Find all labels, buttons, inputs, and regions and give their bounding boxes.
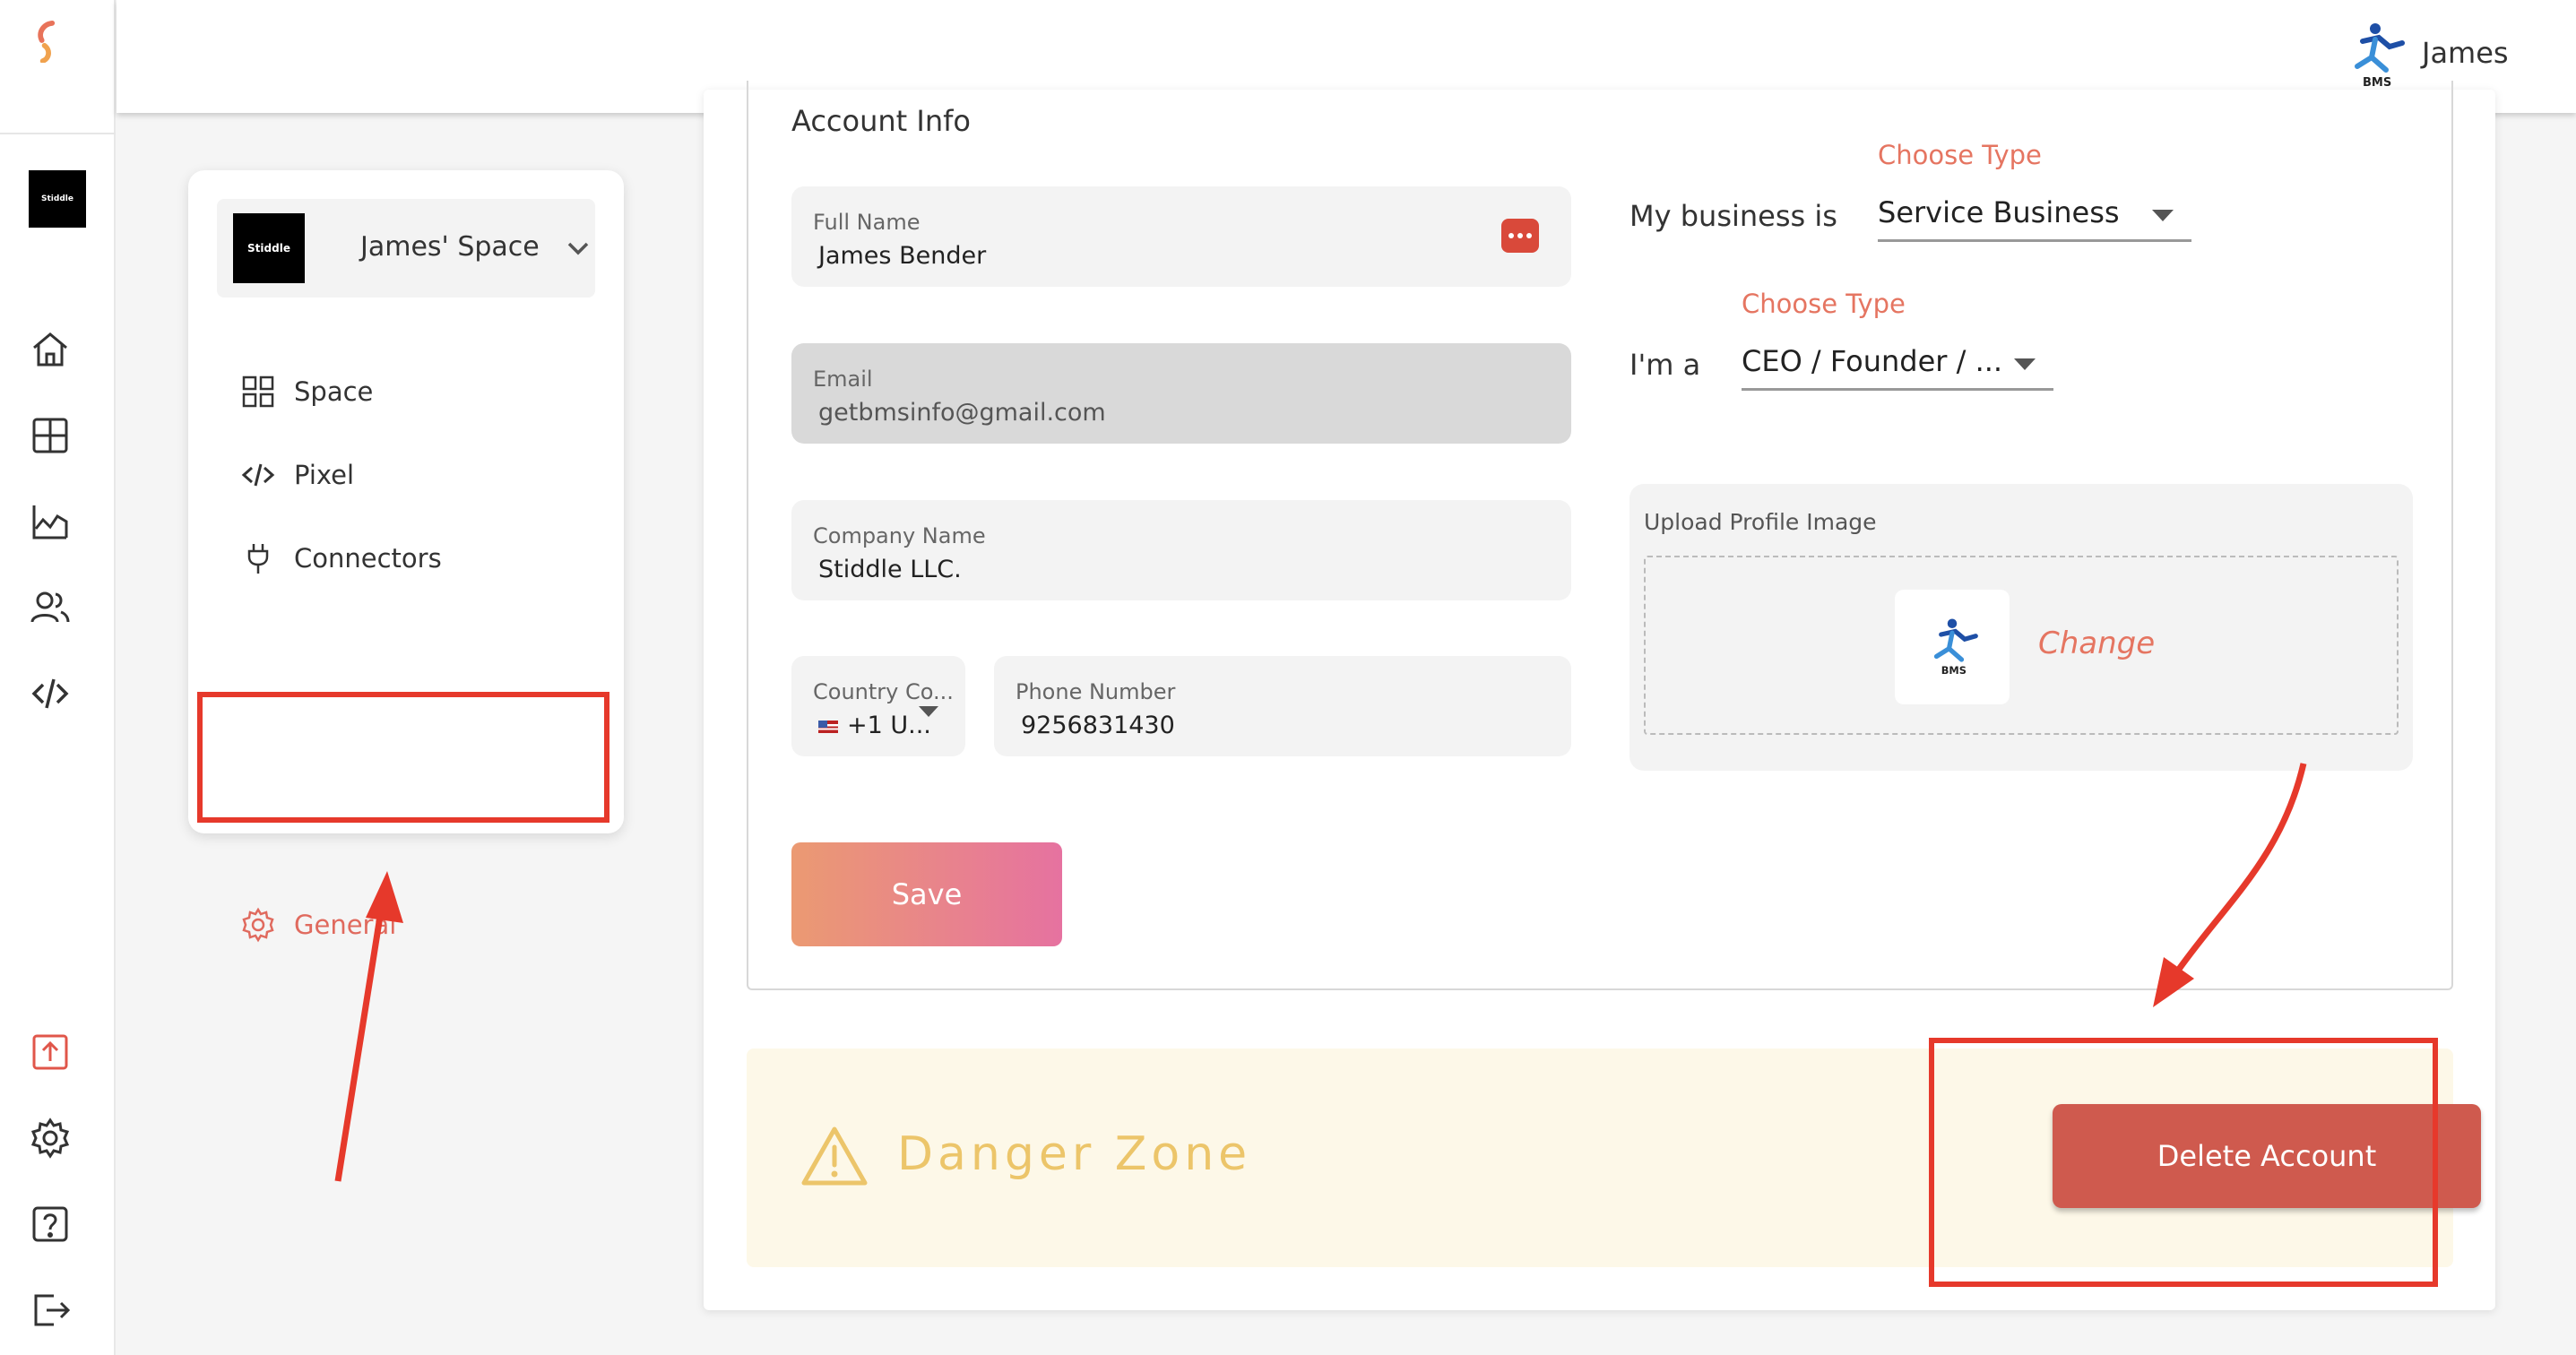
code-icon [241, 463, 275, 487]
warning-icon [801, 1126, 868, 1186]
section-title: Account Info [791, 104, 971, 138]
settings-icon[interactable] [27, 1115, 73, 1161]
menu-item-connectors[interactable]: Connectors [240, 536, 442, 581]
help-icon[interactable] [27, 1201, 73, 1247]
stiddle-logo-icon[interactable] [25, 20, 88, 109]
highlight-box-general [197, 692, 609, 823]
field-value: Stiddle LLC. [818, 556, 962, 583]
menu-item-label: General [294, 910, 397, 940]
upload-label: Upload Profile Image [1644, 509, 1877, 535]
upload-profile-image: Upload Profile Image BMS Change [1629, 484, 2413, 771]
select-caption: Choose Type [1742, 289, 1906, 319]
highlight-box-delete [1929, 1038, 2438, 1287]
menu-item-space[interactable]: Space [240, 369, 373, 414]
field-label: Email [813, 367, 873, 392]
thumb-caption: BMS [1941, 664, 1967, 677]
chevron-down-icon [567, 242, 589, 255]
menu-item-label: Pixel [294, 460, 355, 490]
dropdown-arrow-icon [919, 706, 938, 717]
change-image-link[interactable]: Change [2038, 626, 2155, 661]
upload-dropzone[interactable]: BMS Change [1644, 556, 2399, 735]
field-label: Full Name [813, 210, 921, 235]
phone-number-field[interactable]: Phone Number 9256831430 [994, 656, 1571, 756]
field-label: Phone Number [1016, 679, 1176, 704]
dashboard-icon[interactable] [27, 412, 73, 459]
user-name[interactable]: James [2422, 36, 2509, 70]
us-flag-icon [818, 720, 838, 733]
code-icon[interactable] [27, 670, 73, 717]
workspace-thumb[interactable]: Stiddle [29, 170, 86, 228]
field-label: Company Name [813, 523, 986, 548]
field-value: 9256831430 [1021, 712, 1175, 739]
upload-icon[interactable] [27, 1029, 73, 1075]
role-select[interactable]: Choose Type CEO / Founder / ... [1742, 289, 2053, 391]
analytics-icon[interactable] [27, 498, 73, 545]
role-label: I'm a [1629, 348, 1701, 382]
workspace-select[interactable]: Stiddle James' Space [217, 199, 595, 298]
field-value: +1 U... [818, 712, 931, 739]
field-label: Country Co... [813, 679, 954, 704]
business-type-select[interactable]: Choose Type Service Business [1878, 140, 2191, 242]
country-code-select[interactable]: Country Co... +1 U... [791, 656, 965, 756]
bms-logo-icon: BMS [1933, 618, 1978, 677]
workspace-name: James' Space [360, 231, 540, 263]
menu-item-general[interactable]: General [240, 902, 396, 947]
gear-icon [242, 907, 274, 943]
business-type-label: My business is [1629, 199, 1837, 233]
dropdown-arrow-icon [2014, 358, 2036, 370]
select-caption: Choose Type [1878, 140, 2042, 170]
logout-icon[interactable] [27, 1287, 73, 1333]
dropdown-arrow-icon [2152, 210, 2174, 221]
select-value: CEO / Founder / ... [1742, 344, 2003, 378]
menu-item-label: Connectors [294, 543, 442, 574]
save-button[interactable]: Save [791, 842, 1062, 946]
password-manager-icon[interactable] [1501, 219, 1539, 253]
grid-icon [242, 375, 274, 408]
menu-item-label: Space [294, 376, 374, 407]
danger-zone-title: Danger Zone [897, 1127, 1252, 1181]
full-name-field[interactable]: Full Name James Bender [791, 186, 1571, 287]
rail-divider [0, 133, 116, 134]
company-name-field[interactable]: Company Name Stiddle LLC. [791, 500, 1571, 600]
plug-icon [247, 544, 269, 574]
icon-rail: Stiddle [0, 0, 116, 1355]
home-icon[interactable] [27, 326, 73, 373]
menu-item-pixel[interactable]: Pixel [240, 453, 354, 497]
email-field: Email getbmsinfo@gmail.com [791, 343, 1571, 444]
profile-image-thumb: BMS [1895, 590, 2010, 704]
select-value: Service Business [1878, 195, 2120, 229]
field-value: getbmsinfo@gmail.com [818, 399, 1106, 427]
users-icon[interactable] [27, 584, 73, 631]
workspace-thumb: Stiddle [233, 213, 305, 283]
field-value: James Bender [818, 242, 987, 270]
